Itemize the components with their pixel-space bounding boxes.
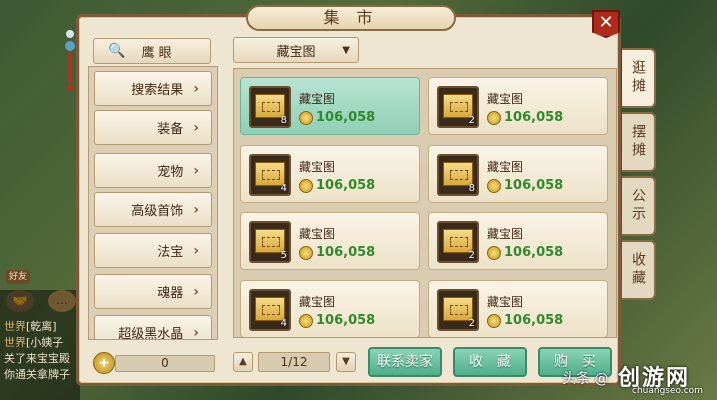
item-type-dropdown[interactable]: 藏宝图 ▼ [233,37,359,63]
item-card[interactable]: 5 藏宝图 106,058 [240,212,420,270]
close-button[interactable]: ✕ [592,10,620,38]
coin-icon [487,178,501,193]
currency-bar: + 0 [93,352,217,374]
coin-icon [299,110,313,125]
chevron-down-icon: ▼ [342,44,350,56]
category-item[interactable]: 搜索结果 › [94,71,212,106]
contact-seller-button[interactable]: 联系卖家 [368,347,442,377]
treasure-map-icon: 2 [437,289,479,331]
item-price: 106,058 [487,178,563,193]
item-card[interactable]: 2 藏宝图 106,058 [428,212,608,270]
category-list[interactable]: 搜索结果 › 装备 › 宠物 › 高级首饰 › 法宝 › 魂器 › 超级黑水晶 › [88,66,218,340]
tab-favorites[interactable]: 收藏 [622,240,656,300]
category-item[interactable]: 装备 › [94,110,212,145]
coin-icon [299,245,313,260]
treasure-map-icon: 4 [249,154,291,196]
page-next-button[interactable]: ▼ [336,352,356,372]
search-label: 鹰 眼 [141,45,172,61]
item-name: 藏宝图 [487,92,524,106]
item-card[interactable]: 8 藏宝图 106,058 [240,77,420,135]
dropdown-selected: 藏宝图 [276,44,316,60]
window-title: 集 市 [246,5,456,31]
treasure-map-icon: 8 [249,86,291,128]
chat-line: 世界[乾离] [4,320,57,333]
treasure-map-icon: 2 [437,86,479,128]
chat-line: 你通关拿牌子 [4,368,70,381]
friend-button[interactable]: 好友 [6,270,30,284]
page-prev-button[interactable]: ▲ [233,352,253,372]
item-price: 106,058 [487,313,563,328]
item-name: 藏宝图 [487,227,524,241]
item-price: 106,058 [299,110,375,125]
page-indicator: 1/12 [258,352,330,372]
item-price: 106,058 [299,178,375,193]
item-grid: 8 藏宝图 106,058 2 藏宝图 106,058 4 藏宝图 106,05… [233,68,617,338]
treasure-map-icon: 5 [249,221,291,263]
item-card[interactable]: 2 藏宝图 106,058 [428,77,608,135]
item-price: 106,058 [299,313,375,328]
item-name: 藏宝图 [299,227,336,241]
item-name: 藏宝图 [487,160,524,174]
item-price: 106,058 [487,245,563,260]
chevron-right-icon: › [193,242,199,259]
coin-icon [299,313,313,328]
coin-icon [487,245,501,260]
coin-icon [299,178,313,193]
item-card[interactable]: 2 藏宝图 106,058 [428,280,608,337]
item-card[interactable]: 8 藏宝图 106,058 [428,145,608,203]
chevron-right-icon: › [193,201,199,218]
chat-panel: 世界[乾离] 世界[小姨子 关了来宝宝殿 你通关拿牌子 [0,290,80,400]
tab-announcements[interactable]: 公示 [622,176,656,236]
chat-line: 关了来宝宝殿 [4,352,70,365]
tab-browse-stalls[interactable]: 逛摊 [622,48,656,108]
category-item[interactable]: 超级黑水晶 › [94,315,212,340]
item-price: 106,058 [487,110,563,125]
tab-set-up-stall[interactable]: 摆摊 [622,112,656,172]
category-item[interactable]: 高级首饰 › [94,192,212,227]
chevron-right-icon: › [193,162,199,179]
item-name: 藏宝图 [299,92,336,106]
currency-value: 0 [115,355,215,372]
chevron-right-icon: › [193,80,199,97]
coin-icon [487,110,501,125]
category-item[interactable]: 宠物 › [94,153,212,188]
coin-icon [487,313,501,328]
item-name: 藏宝图 [299,295,336,309]
watermark: 头条 @ 创游网 chuangseo.com [562,366,703,396]
chevron-right-icon: › [193,283,199,300]
eagle-eye-search-button[interactable]: 🔍 鹰 眼 [93,38,211,64]
item-card[interactable]: 4 藏宝图 106,058 [240,145,420,203]
item-name: 藏宝图 [487,295,524,309]
chevron-right-icon: › [193,324,199,340]
category-item[interactable]: 魂器 › [94,274,212,309]
chevron-right-icon: › [193,119,199,136]
category-item[interactable]: 法宝 › [94,233,212,268]
favorite-button[interactable]: 收 藏 [453,347,527,377]
chat-line: 世界[小姨子 [4,336,64,349]
treasure-map-icon: 2 [437,221,479,263]
add-coin-icon[interactable]: + [93,352,115,374]
treasure-map-icon: 8 [437,154,479,196]
treasure-map-icon: 4 [249,289,291,331]
item-price: 106,058 [299,245,375,260]
search-icon: 🔍 [108,43,126,59]
item-name: 藏宝图 [299,160,336,174]
item-card[interactable]: 4 藏宝图 106,058 [240,280,420,337]
